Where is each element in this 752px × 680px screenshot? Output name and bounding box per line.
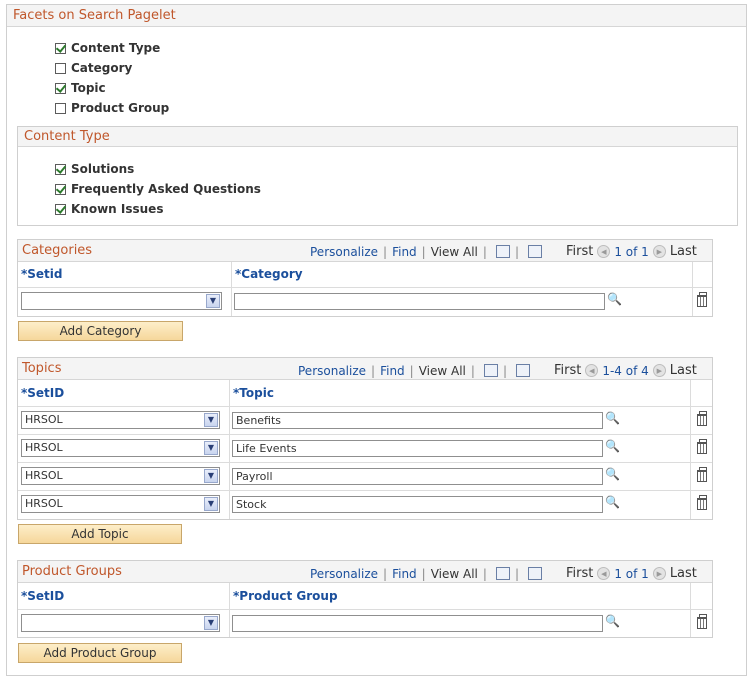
category-input[interactable] — [234, 293, 605, 310]
column-header-setid: *SetID — [21, 589, 65, 603]
categories-title: Categories — [22, 243, 93, 258]
first-link[interactable]: First — [554, 363, 581, 378]
facet-product-group[interactable]: Product Group — [55, 101, 169, 115]
personalize-link[interactable]: Personalize — [310, 567, 378, 581]
setid-select[interactable]: HRSOL ▼ — [21, 411, 220, 429]
chevron-down-icon: ▼ — [204, 616, 218, 630]
checkbox-checked[interactable] — [55, 42, 66, 54]
categories-nav: Personalize | Find | View All | | First ◀ 1… — [310, 244, 697, 259]
checkbox-label: Category — [71, 61, 133, 75]
chevron-down-icon: ▼ — [204, 469, 218, 483]
new-window-icon[interactable] — [495, 567, 510, 580]
chevron-down-icon: ▼ — [204, 497, 218, 511]
checkbox-checked[interactable] — [55, 183, 66, 195]
lookup-icon[interactable]: 🔍 — [605, 495, 620, 509]
column-header-setid: *Setid — [21, 267, 63, 281]
setid-select[interactable]: HRSOL ▼ — [21, 467, 220, 485]
previous-arrow-icon[interactable]: ◀ — [585, 364, 599, 377]
delete-row-icon[interactable] — [697, 495, 707, 510]
setid-select[interactable]: HRSOL ▼ — [21, 495, 220, 513]
checkbox-label: Content Type — [71, 41, 161, 55]
find-link[interactable]: Find — [380, 364, 405, 378]
row-count: 1 of 1 — [614, 244, 649, 259]
topics-title: Topics — [22, 361, 62, 376]
facet-category[interactable]: Category — [55, 61, 132, 75]
checkbox-label: Solutions — [71, 162, 135, 176]
next-arrow-icon[interactable]: ▶ — [652, 567, 666, 580]
content-type-title: Content Type — [18, 127, 737, 147]
delete-row-icon[interactable] — [697, 292, 707, 307]
find-link[interactable]: Find — [392, 245, 417, 259]
add-product-group-button[interactable]: Add Product Group — [18, 643, 182, 663]
product-groups-nav: Personalize | Find | View All | | First ◀ 1… — [310, 566, 697, 581]
row-count: 1-4 of 4 — [602, 363, 649, 378]
first-link[interactable]: First — [566, 244, 593, 259]
chevron-down-icon: ▼ — [204, 441, 218, 455]
next-arrow-icon[interactable]: ▶ — [652, 364, 666, 377]
add-category-button[interactable]: Add Category — [18, 321, 183, 341]
checkbox-label: Frequently Asked Questions — [71, 182, 261, 196]
lookup-icon[interactable]: 🔍 — [607, 292, 622, 306]
column-header-topic: *Topic — [233, 386, 274, 400]
topics-nav: Personalize | Find | View All | | First ◀ 1… — [298, 363, 697, 378]
product-group-input[interactable] — [232, 615, 603, 632]
chevron-down-icon: ▼ — [206, 294, 220, 308]
content-type-solutions[interactable]: Solutions — [55, 162, 134, 176]
previous-arrow-icon[interactable]: ◀ — [597, 245, 611, 258]
chevron-down-icon: ▼ — [204, 413, 218, 427]
facet-content-type[interactable]: Content Type — [55, 41, 160, 55]
setid-select[interactable]: HRSOL ▼ — [21, 439, 220, 457]
row-count: 1 of 1 — [614, 566, 649, 581]
column-header-setid: *SetID — [21, 386, 65, 400]
facets-title: Facets on Search Pagelet — [7, 5, 746, 27]
personalize-link[interactable]: Personalize — [298, 364, 366, 378]
delete-row-icon[interactable] — [697, 467, 707, 482]
delete-row-icon[interactable] — [697, 411, 707, 426]
checkbox-unchecked[interactable] — [55, 62, 66, 74]
topic-input[interactable]: Payroll — [232, 468, 603, 485]
topic-input[interactable]: Life Events — [232, 440, 603, 457]
product-groups-title: Product Groups — [22, 564, 122, 579]
content-type-known-issues[interactable]: Known Issues — [55, 202, 163, 216]
setid-select[interactable]: ▼ — [21, 292, 222, 310]
last-link[interactable]: Last — [670, 244, 697, 259]
column-header-category: *Category — [235, 267, 303, 281]
find-link[interactable]: Find — [392, 567, 417, 581]
delete-row-icon[interactable] — [697, 614, 707, 629]
topic-input[interactable]: Benefits — [232, 412, 603, 429]
content-type-faq[interactable]: Frequently Asked Questions — [55, 182, 261, 196]
new-window-icon[interactable] — [483, 364, 498, 377]
lookup-icon[interactable]: 🔍 — [605, 411, 620, 425]
personalize-link[interactable]: Personalize — [310, 245, 378, 259]
setid-select[interactable]: ▼ — [21, 614, 220, 632]
first-link[interactable]: First — [566, 566, 593, 581]
checkbox-checked[interactable] — [55, 82, 66, 94]
lookup-icon[interactable]: 🔍 — [605, 439, 620, 453]
new-window-icon[interactable] — [495, 245, 510, 258]
previous-arrow-icon[interactable]: ◀ — [597, 567, 611, 580]
facet-topic[interactable]: Topic — [55, 81, 106, 95]
checkbox-unchecked[interactable] — [55, 102, 66, 114]
checkbox-checked[interactable] — [55, 163, 66, 175]
lookup-icon[interactable]: 🔍 — [605, 614, 620, 628]
download-grid-icon[interactable] — [527, 245, 542, 258]
next-arrow-icon[interactable]: ▶ — [652, 245, 666, 258]
checkbox-checked[interactable] — [55, 203, 66, 215]
view-all-link[interactable]: View All — [431, 245, 478, 259]
checkbox-label: Known Issues — [71, 202, 164, 216]
lookup-icon[interactable]: 🔍 — [605, 467, 620, 481]
delete-row-icon[interactable] — [697, 439, 707, 454]
checkbox-label: Product Group — [71, 101, 170, 115]
download-grid-icon[interactable] — [515, 364, 530, 377]
last-link[interactable]: Last — [670, 566, 697, 581]
view-all-link[interactable]: View All — [431, 567, 478, 581]
checkbox-label: Topic — [71, 81, 106, 95]
download-grid-icon[interactable] — [527, 567, 542, 580]
add-topic-button[interactable]: Add Topic — [18, 524, 182, 544]
topic-input[interactable]: Stock — [232, 496, 603, 513]
view-all-link[interactable]: View All — [419, 364, 466, 378]
last-link[interactable]: Last — [670, 363, 697, 378]
column-header-product-group: *Product Group — [233, 589, 338, 603]
